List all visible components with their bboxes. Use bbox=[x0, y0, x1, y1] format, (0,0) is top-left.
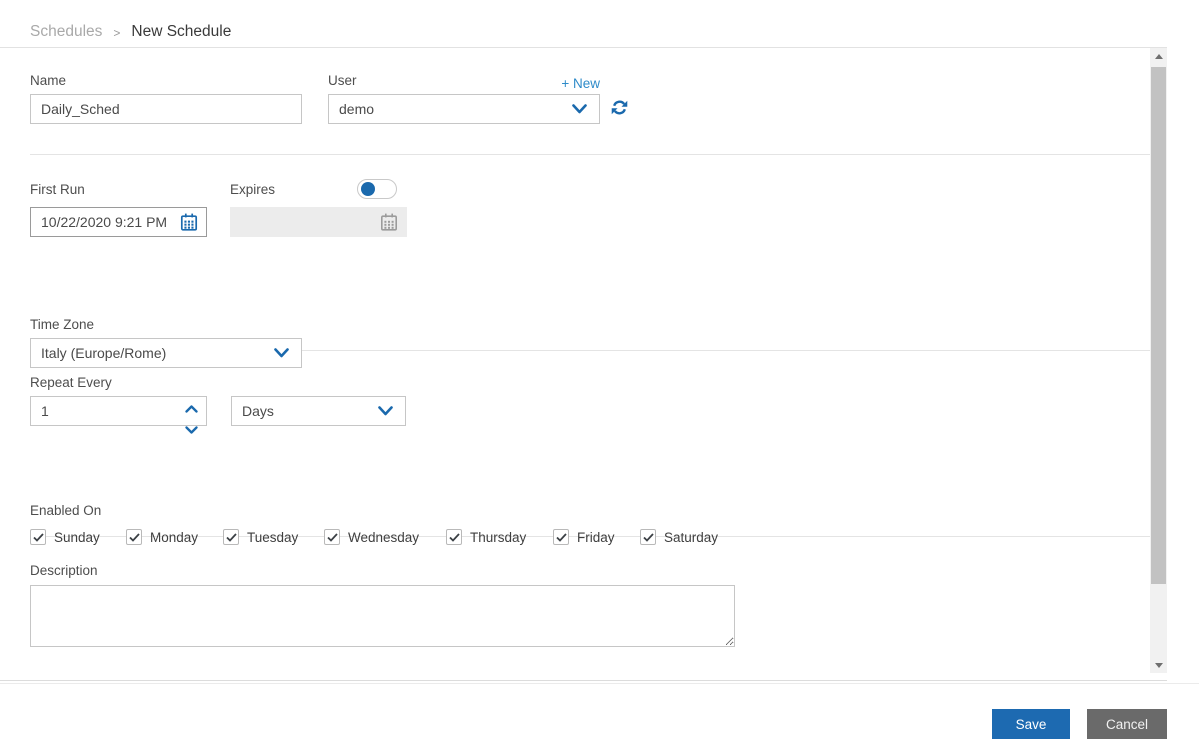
user-label: User bbox=[328, 73, 357, 88]
name-label: Name bbox=[30, 73, 67, 88]
expires-toggle[interactable] bbox=[357, 179, 397, 199]
first-run-input[interactable] bbox=[30, 207, 207, 237]
schedule-form: Name User + New demo bbox=[0, 47, 1167, 681]
section-description: Description bbox=[30, 537, 1150, 680]
chevron-down-icon bbox=[378, 403, 393, 419]
footer-divider bbox=[0, 683, 1199, 684]
scrollbar-down-arrow[interactable] bbox=[1150, 657, 1167, 673]
time-zone-label: Time Zone bbox=[30, 317, 95, 332]
save-button[interactable]: Save bbox=[992, 709, 1070, 739]
description-field-group: Description bbox=[30, 563, 735, 652]
repeat-every-input[interactable] bbox=[30, 396, 207, 426]
user-select-value: demo bbox=[339, 101, 375, 117]
expires-date-disabled bbox=[230, 207, 407, 237]
breadcrumb: Schedules > New Schedule bbox=[30, 23, 231, 41]
cancel-button[interactable]: Cancel bbox=[1087, 709, 1167, 739]
calendar-icon-disabled bbox=[379, 212, 399, 238]
breadcrumb-separator-icon: > bbox=[113, 25, 121, 40]
repeat-every-field-group: Repeat Every 1 Days bbox=[30, 375, 406, 434]
description-label: Description bbox=[30, 563, 98, 578]
section-run-times: First Run 10/22/2020 9:21 PM Expires Tim… bbox=[30, 155, 1150, 368]
stepper-down-icon[interactable] bbox=[185, 421, 198, 439]
repeat-unit-select[interactable]: Days bbox=[231, 396, 406, 426]
scrollbar-up-arrow[interactable] bbox=[1150, 48, 1167, 64]
stepper-up-icon[interactable] bbox=[185, 400, 198, 418]
section-name-user: Name User + New demo bbox=[30, 48, 1150, 155]
repeat-every-label: Repeat Every bbox=[30, 375, 112, 390]
refresh-icon bbox=[611, 99, 628, 119]
page-title: New Schedule bbox=[131, 23, 232, 40]
expires-field-group: Expires bbox=[230, 178, 407, 237]
scrollbar[interactable] bbox=[1150, 48, 1167, 673]
chevron-down-icon bbox=[572, 101, 587, 117]
new-user-link[interactable]: + New bbox=[561, 76, 600, 91]
refresh-users-button[interactable] bbox=[611, 99, 628, 119]
scrollbar-thumb[interactable] bbox=[1151, 67, 1166, 584]
first-run-field-group: First Run bbox=[30, 178, 207, 237]
new-schedule-page: Schedules > New Schedule Name User + New… bbox=[0, 0, 1199, 754]
repeat-unit-select-value: Days bbox=[242, 403, 274, 419]
name-field-group: Name bbox=[30, 73, 302, 124]
breadcrumb-schedules[interactable]: Schedules bbox=[30, 23, 102, 41]
description-textarea[interactable] bbox=[30, 585, 735, 647]
enabled-on-label: Enabled On bbox=[30, 503, 102, 518]
section-recurrence: Repeat Every 1 Days Enabled On Sunday Mo… bbox=[30, 351, 1150, 545]
toggle-knob bbox=[361, 182, 375, 196]
first-run-label: First Run bbox=[30, 181, 85, 197]
name-input[interactable] bbox=[30, 94, 302, 124]
user-select[interactable]: demo bbox=[328, 94, 600, 124]
user-field-group: User + New demo bbox=[328, 73, 646, 124]
expires-label: Expires bbox=[230, 181, 276, 197]
